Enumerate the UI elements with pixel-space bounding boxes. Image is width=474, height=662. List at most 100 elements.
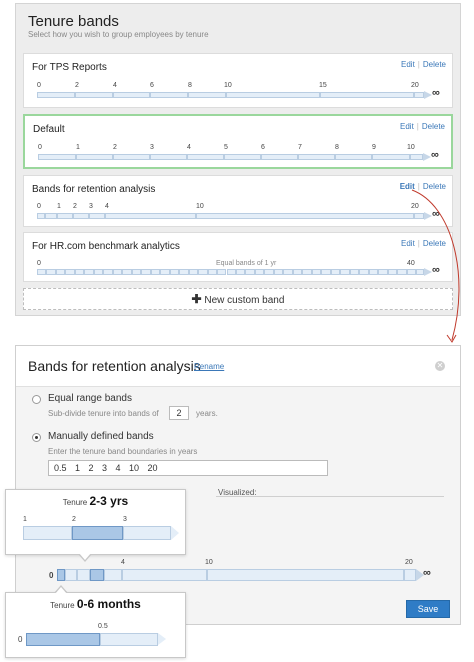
tick: 9 bbox=[372, 144, 376, 151]
tick: 6 bbox=[150, 82, 154, 89]
panel-subtitle: Select how you wish to group employees b… bbox=[28, 30, 209, 39]
band-segment bbox=[105, 213, 196, 219]
band-segment bbox=[100, 633, 158, 646]
band-card-default[interactable]: Default Edit | Delete 0 1 2 3 4 5 6 7 8 9 … bbox=[23, 114, 453, 169]
panel-title: Tenure bands bbox=[28, 13, 119, 30]
band-segment bbox=[321, 269, 331, 275]
band-segment bbox=[311, 269, 322, 275]
band-segment[interactable] bbox=[65, 569, 77, 581]
card-title: For TPS Reports bbox=[32, 62, 107, 73]
band-segment bbox=[57, 213, 73, 219]
tick: 20 bbox=[405, 559, 413, 566]
delete-link[interactable]: Delete bbox=[422, 122, 445, 131]
tick: 0 bbox=[38, 144, 42, 151]
infinity-icon: ∞ bbox=[423, 567, 431, 579]
plus-icon: ✚ bbox=[191, 292, 202, 306]
tick: 4 bbox=[105, 203, 109, 210]
dialog-title: Bands for retention analysis bbox=[28, 358, 201, 374]
band-segment bbox=[359, 269, 369, 275]
band-segment-selected[interactable] bbox=[57, 569, 65, 581]
equal-range-radio[interactable] bbox=[32, 395, 41, 404]
band-editor-dialog: Bands for retention analysis Rename ✕ Eq… bbox=[15, 345, 461, 625]
band-segment bbox=[76, 154, 113, 160]
equal-range-hint: Sub-divide tenure into bands of bbox=[48, 409, 159, 418]
tick: 1 bbox=[57, 203, 61, 210]
band-card-hrcom[interactable]: For HR.com benchmark analytics Edit | Dele… bbox=[23, 232, 453, 282]
tooltip-0-6-months: Tenure 0-6 months 0.5 0 bbox=[5, 592, 186, 658]
arrow-icon bbox=[158, 633, 166, 645]
band-segment bbox=[187, 154, 224, 160]
band-segment bbox=[264, 269, 274, 275]
band-segment bbox=[217, 269, 227, 275]
band-segment bbox=[103, 269, 113, 275]
tooltip-title: Tenure 2-3 yrs bbox=[62, 494, 129, 508]
tick: 3 bbox=[123, 516, 127, 523]
band-segment bbox=[372, 154, 410, 160]
tick: 10 bbox=[205, 559, 213, 566]
new-custom-band-button[interactable]: ✚ New custom band bbox=[23, 288, 453, 310]
band-segment bbox=[340, 269, 350, 275]
tick: 8 bbox=[188, 82, 192, 89]
card-actions: Edit | Delete bbox=[400, 122, 445, 131]
band-segment bbox=[150, 269, 161, 275]
tick: 10 bbox=[196, 203, 204, 210]
band-segment bbox=[261, 154, 298, 160]
band-card-retention[interactable]: Bands for retention analysis Edit | Delete… bbox=[23, 175, 453, 227]
boundaries-input[interactable]: 0.5 1 2 3 4 10 20 bbox=[48, 460, 328, 476]
band-segment bbox=[235, 269, 246, 275]
band-size-input[interactable]: 2 bbox=[169, 406, 189, 420]
band-segment bbox=[131, 269, 142, 275]
band-segment[interactable] bbox=[77, 569, 90, 581]
band-segment bbox=[320, 92, 414, 98]
band-segment bbox=[46, 269, 56, 275]
band-segment bbox=[123, 526, 171, 540]
tick: 3 bbox=[89, 203, 93, 210]
band-segment bbox=[368, 269, 379, 275]
band-segment bbox=[23, 526, 72, 540]
rename-link[interactable]: Rename bbox=[194, 362, 224, 371]
band-segment bbox=[292, 269, 303, 275]
manual-bands-label: Manually defined bands bbox=[48, 431, 154, 442]
band-segment bbox=[283, 269, 293, 275]
band-segment bbox=[169, 269, 180, 275]
tick: 1 bbox=[23, 516, 27, 523]
band-segment bbox=[37, 213, 45, 219]
edit-link[interactable]: Edit bbox=[401, 60, 415, 69]
card-title: Default bbox=[33, 124, 65, 135]
band-segment-selected[interactable] bbox=[90, 569, 104, 581]
band-segment bbox=[414, 92, 424, 98]
band-segment[interactable] bbox=[404, 569, 416, 581]
tick: 20 bbox=[411, 82, 419, 89]
equal-bands-label: Equal bands of 1 yr bbox=[216, 260, 277, 267]
band-segment bbox=[302, 269, 312, 275]
card-actions: Edit | Delete bbox=[401, 60, 446, 69]
band-segment bbox=[74, 269, 85, 275]
tick: 7 bbox=[298, 144, 302, 151]
tick: 3 bbox=[150, 144, 154, 151]
tick: 4 bbox=[187, 144, 191, 151]
edit-link[interactable]: Edit bbox=[400, 122, 414, 131]
arrow-icon bbox=[424, 91, 432, 99]
band-segment bbox=[188, 92, 226, 98]
tick: 0 bbox=[49, 571, 54, 580]
band-segment bbox=[141, 269, 151, 275]
band-card-tps[interactable]: For TPS Reports Edit | Delete 0 2 4 6 8 10… bbox=[23, 53, 453, 108]
card-title: For HR.com benchmark analytics bbox=[32, 241, 180, 252]
band-segment[interactable] bbox=[207, 569, 404, 581]
band-segment[interactable] bbox=[122, 569, 207, 581]
manual-bands-hint: Enter the tenure band boundaries in year… bbox=[48, 447, 198, 456]
band-segment bbox=[207, 269, 218, 275]
band-segment[interactable] bbox=[104, 569, 122, 581]
tick: 2 bbox=[73, 203, 77, 210]
band-segment bbox=[89, 213, 105, 219]
delete-link[interactable]: Delete bbox=[423, 60, 446, 69]
band-segment bbox=[198, 269, 208, 275]
close-icon[interactable]: ✕ bbox=[435, 361, 445, 371]
tick: 15 bbox=[319, 82, 327, 89]
band-segment-selected bbox=[26, 633, 100, 646]
manual-bands-radio[interactable] bbox=[32, 433, 41, 442]
save-button[interactable]: Save bbox=[406, 600, 450, 618]
dialog-header: Bands for retention analysis Rename ✕ bbox=[16, 346, 460, 387]
tick: 4 bbox=[121, 559, 125, 566]
tick: 5 bbox=[224, 144, 228, 151]
